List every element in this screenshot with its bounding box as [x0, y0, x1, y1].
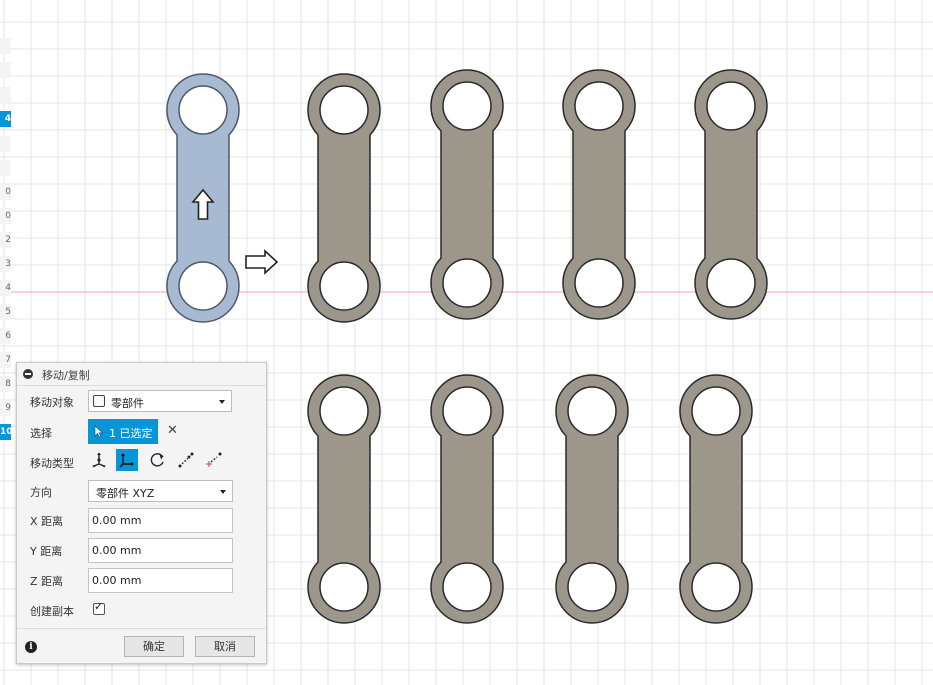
ok-button[interactable]: 确定 — [124, 636, 184, 657]
link-part-row1-col5[interactable] — [694, 69, 768, 320]
hole — [574, 81, 624, 131]
collapse-icon[interactable] — [23, 369, 33, 379]
x-distance-input[interactable]: 0.00 mm — [88, 508, 233, 533]
check-icon: ✓ — [94, 600, 104, 613]
chevron-down-icon — [219, 400, 225, 404]
z-distance-label: Z 距离 — [30, 575, 64, 588]
x-distance-value: 0.00 mm — [92, 514, 142, 527]
z-distance-input[interactable]: 0.00 mm — [88, 568, 233, 593]
timeline-item[interactable]: 3 — [0, 256, 11, 272]
hole — [442, 258, 492, 308]
panel-title: 移动/复制 — [42, 369, 90, 382]
hole — [442, 386, 492, 436]
cancel-button[interactable]: 取消 — [195, 636, 255, 657]
chevron-down-icon — [220, 490, 226, 494]
link-part-row1-col4[interactable] — [562, 69, 636, 320]
selection-button[interactable]: 1 已选定 — [88, 419, 158, 444]
hole — [319, 562, 369, 612]
rotate-icon[interactable] — [146, 449, 168, 471]
y-distance-row: Y 距离 0.00 mm — [17, 536, 266, 564]
selection-label: 选择 — [30, 427, 52, 440]
link-part-row2-col3[interactable] — [555, 374, 629, 624]
move-object-row: 移动对象 零部件 — [17, 387, 266, 415]
hole — [691, 386, 741, 436]
timeline-item[interactable]: 0 — [0, 208, 11, 224]
move-type-row: 移动类型 — [17, 448, 266, 476]
create-copy-row: 创建副本 ✓ — [17, 598, 266, 626]
point-to-position-icon[interactable] — [203, 449, 225, 471]
free-move-icon[interactable] — [88, 449, 110, 471]
timeline-item[interactable]: 4 — [0, 111, 11, 127]
timeline-item[interactable]: 0 — [0, 184, 11, 200]
timeline-item[interactable]: 4 — [0, 280, 11, 296]
hole — [319, 261, 369, 311]
timeline-item[interactable] — [0, 87, 11, 103]
timeline-item[interactable]: 8 — [0, 376, 11, 392]
selection-row: 选择 1 已选定 ✕ — [17, 418, 266, 446]
move-object-dropdown[interactable]: 零部件 — [88, 390, 232, 412]
cursor-arrow-icon — [94, 425, 104, 438]
hole — [706, 258, 756, 308]
timeline-item[interactable] — [0, 160, 11, 176]
hole — [442, 81, 492, 131]
panel-footer: i 确定 取消 — [17, 628, 266, 664]
y-distance-input[interactable]: 0.00 mm — [88, 538, 233, 563]
direction-value: 零部件 XYZ — [96, 487, 155, 500]
timeline-item[interactable] — [0, 136, 11, 152]
hole — [567, 386, 617, 436]
move-copy-panel: 移动/复制 移动对象 零部件 选择 1 已选定 ✕ 移动类型 方向 零部件 XY… — [16, 362, 267, 664]
timeline-item[interactable] — [0, 62, 11, 78]
direction-dropdown[interactable]: 零部件 XYZ — [88, 480, 233, 502]
hole — [574, 258, 624, 308]
selection-value: 1 已选定 — [109, 427, 153, 440]
x-distance-row: X 距离 0.00 mm — [17, 506, 266, 534]
translate-icon[interactable] — [116, 449, 138, 471]
z-distance-row: Z 距离 0.00 mm — [17, 566, 266, 594]
hole — [178, 85, 228, 135]
move-type-label: 移动类型 — [30, 457, 74, 470]
move-object-value: 零部件 — [111, 397, 144, 410]
timeline-item[interactable]: 7 — [0, 352, 11, 368]
component-box-icon — [93, 395, 105, 407]
timeline-strip: 4 0 0 2 3 4 5 6 7 8 9 10 — [0, 0, 11, 685]
hole — [319, 85, 369, 135]
info-icon[interactable]: i — [25, 641, 37, 653]
right-arrow-icon[interactable] — [245, 249, 279, 275]
close-icon[interactable]: ✕ — [167, 423, 178, 439]
panel-header: 移动/复制 — [17, 363, 266, 386]
create-copy-label: 创建副本 — [30, 605, 74, 618]
link-part-row2-col2[interactable] — [430, 374, 504, 624]
hole — [691, 562, 741, 612]
link-part-row1-col3[interactable] — [430, 69, 504, 320]
timeline-item[interactable] — [0, 38, 11, 54]
direction-row: 方向 零部件 XYZ — [17, 477, 266, 505]
link-part-row1-col2[interactable] — [307, 73, 381, 323]
z-distance-value: 0.00 mm — [92, 574, 142, 587]
timeline-item[interactable]: 2 — [0, 232, 11, 248]
timeline-item[interactable]: 6 — [0, 328, 11, 344]
point-to-point-icon[interactable] — [175, 449, 197, 471]
create-copy-checkbox[interactable]: ✓ — [93, 600, 105, 615]
y-distance-label: Y 距离 — [30, 545, 63, 558]
timeline-item[interactable]: 10 — [0, 424, 11, 440]
hole — [442, 562, 492, 612]
link-part-row2-col4[interactable] — [679, 374, 753, 624]
x-distance-label: X 距离 — [30, 515, 64, 528]
hole — [178, 261, 228, 311]
hole — [319, 386, 369, 436]
timeline-item[interactable]: 9 — [0, 400, 11, 416]
direction-label: 方向 — [30, 486, 52, 499]
hole — [706, 81, 756, 131]
timeline-item[interactable]: 5 — [0, 304, 11, 320]
move-object-label: 移动对象 — [30, 396, 74, 409]
hole — [567, 562, 617, 612]
link-part-row2-col1[interactable] — [307, 374, 381, 624]
y-distance-value: 0.00 mm — [92, 544, 142, 557]
